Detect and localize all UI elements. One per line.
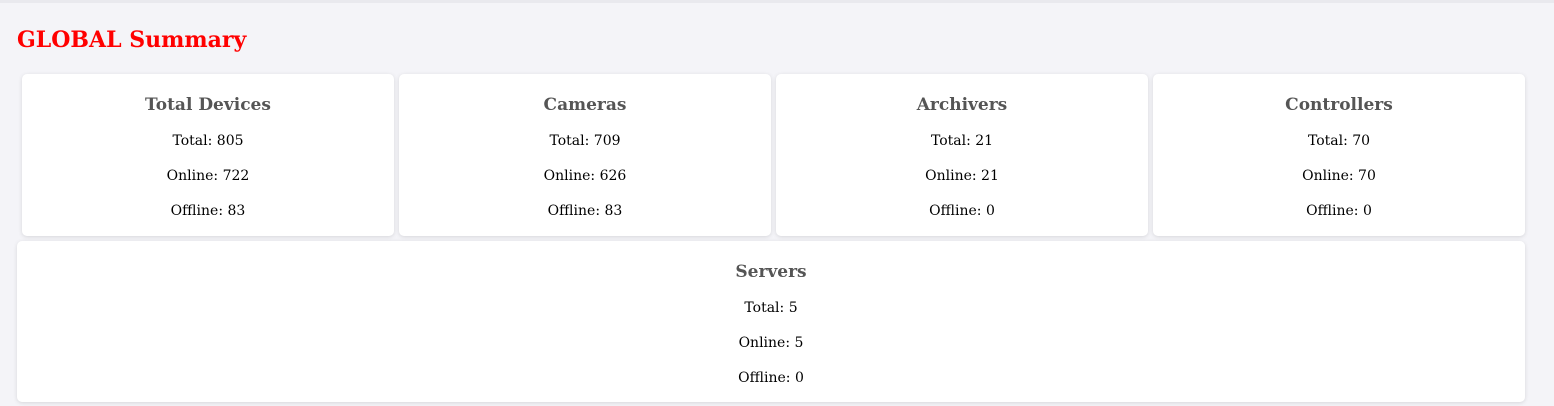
stat-offline: Offline: 0 — [738, 370, 804, 386]
stat-online: Online: 722 — [166, 168, 250, 184]
stat-offline: Offline: 0 — [929, 203, 995, 219]
summary-card-cameras: Cameras Total: 709 Online: 626 Offline: … — [399, 74, 771, 236]
stat-online: Online: 626 — [543, 168, 627, 184]
stat-online: Online: 21 — [925, 168, 999, 184]
stat-total: Total: 805 — [172, 133, 244, 149]
card-title: Controllers — [1285, 95, 1393, 115]
stat-online: Online: 70 — [1302, 168, 1376, 184]
stat-offline: Offline: 83 — [547, 203, 623, 219]
summary-card-archivers: Archivers Total: 21 Online: 21 Offline: … — [776, 74, 1148, 236]
page-title: GLOBAL Summary — [17, 27, 247, 53]
stat-offline: Offline: 0 — [1306, 203, 1372, 219]
card-title: Archivers — [916, 95, 1008, 115]
card-title: Servers — [735, 262, 807, 282]
summary-card-controllers: Controllers Total: 70 Online: 70 Offline… — [1153, 74, 1525, 236]
card-title: Total Devices — [145, 95, 271, 115]
stat-total: Total: 709 — [549, 133, 621, 149]
stat-online: Online: 5 — [738, 335, 804, 351]
stat-total: Total: 5 — [744, 300, 798, 316]
summary-card-servers: Servers Total: 5 Online: 5 Offline: 0 — [17, 241, 1525, 402]
stat-total: Total: 21 — [930, 133, 994, 149]
card-title: Cameras — [543, 95, 627, 115]
stat-offline: Offline: 83 — [170, 203, 246, 219]
summary-card-total-devices: Total Devices Total: 805 Online: 722 Off… — [22, 74, 394, 236]
stat-total: Total: 70 — [1307, 133, 1371, 149]
